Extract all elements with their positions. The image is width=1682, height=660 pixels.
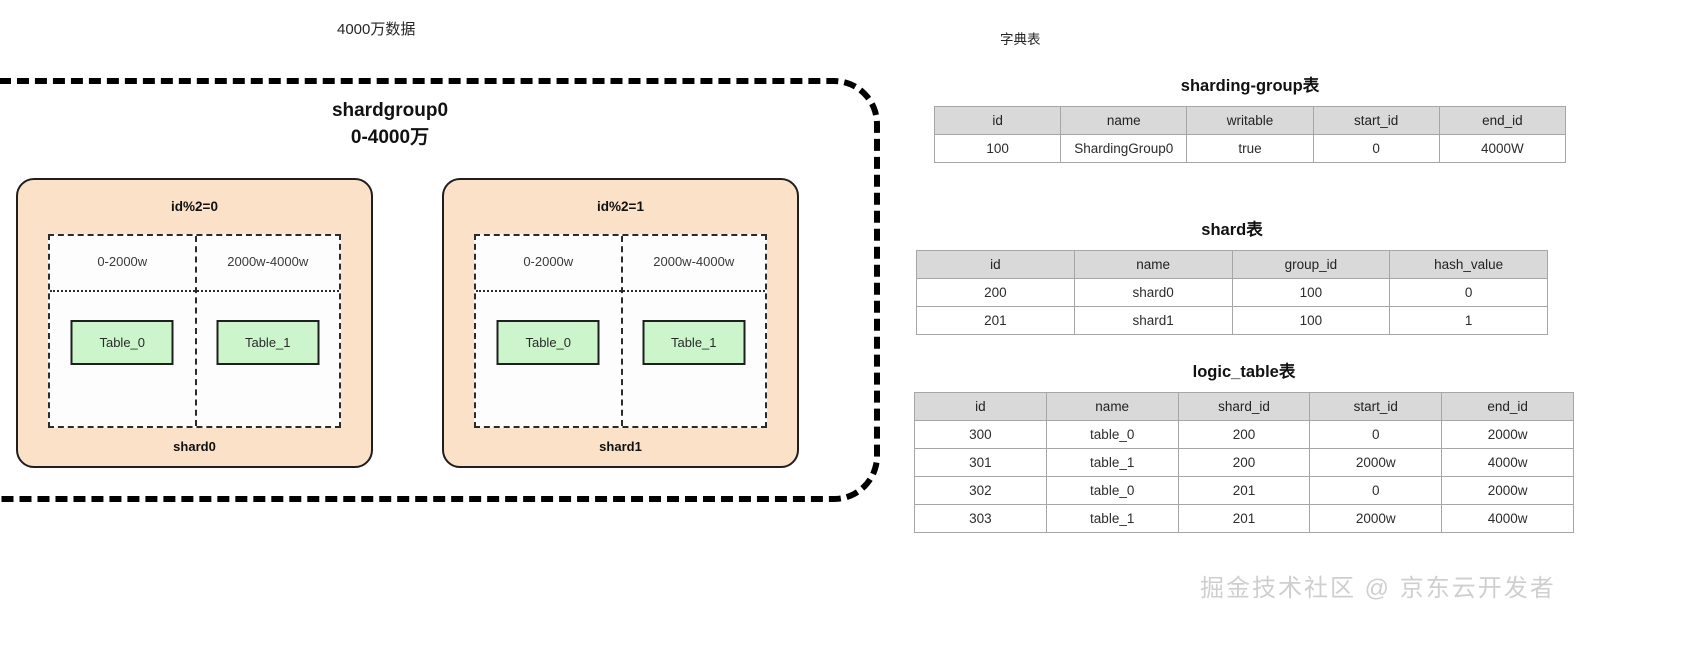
dictionary-tables-pane: 字典表 sharding-group表 id name writable start_… xyxy=(900,0,1682,660)
cell-divider xyxy=(50,290,195,292)
table-cell-value: 1 xyxy=(1389,306,1548,335)
watermark: 掘金技术社区 @ 京东云开发者 xyxy=(1200,575,1556,602)
table-cell-value: 4000W xyxy=(1438,134,1567,163)
cell-divider xyxy=(196,290,339,292)
table-cell-value: 100 xyxy=(933,134,1062,163)
table-cell-value: 2000w xyxy=(1309,448,1443,477)
table-header-row: id name group_id hash_value xyxy=(916,250,1548,279)
column-header: name xyxy=(1060,106,1188,135)
sharding-diagram: 4000万数据 shardgroup0 0-4000万 id%2=0 0-200… xyxy=(0,0,900,660)
total-data-caption: 4000万数据 xyxy=(337,21,416,38)
column-header: name xyxy=(1045,392,1179,421)
table-cell-value: 200 xyxy=(916,278,1075,307)
dictionary-label: 字典表 xyxy=(1000,32,1041,47)
table-row: 303 table_1 201 2000w 4000w xyxy=(914,504,1574,533)
shard-card-shard1: id%2=1 0-2000w Table_0 2000w-4000w Table… xyxy=(442,178,799,468)
table-cell-value: table_1 xyxy=(1045,504,1179,533)
column-header: writable xyxy=(1186,106,1314,135)
table-header-row: id name writable start_id end_id xyxy=(933,106,1567,135)
shard-name-label: shard1 xyxy=(599,439,642,454)
table-cell-value: 2000w xyxy=(1309,504,1443,533)
column-header: id xyxy=(914,392,1047,421)
table-row: 301 table_1 200 2000w 4000w xyxy=(914,448,1574,477)
table-box: Table_1 xyxy=(216,320,320,365)
shard-inner-area: 0-2000w Table_0 2000w-4000w Table_1 xyxy=(474,234,767,428)
table-cell-value: ShardingGroup0 xyxy=(1060,134,1188,163)
table-cell-value: 200 xyxy=(1177,448,1311,477)
column-header: end_id xyxy=(1438,106,1567,135)
table-cell-value: 100 xyxy=(1231,306,1391,335)
cell-divider xyxy=(476,290,621,292)
shard-table: id name group_id hash_value 200 shard0 100 0 20… xyxy=(916,250,1548,335)
table-cell-value: 301 xyxy=(914,448,1047,477)
table-title: sharding-group表 xyxy=(1180,77,1320,95)
table-cell: 0-2000w Table_0 xyxy=(476,236,621,426)
table-cell-value: 100 xyxy=(1231,278,1391,307)
table-cell-value: 0 xyxy=(1312,134,1440,163)
range-label: 2000w-4000w xyxy=(653,254,735,269)
table-row: 302 table_0 201 0 2000w xyxy=(914,476,1574,505)
column-header: name xyxy=(1073,250,1233,279)
table-cell-value: 300 xyxy=(914,420,1047,449)
table-cell-value: 4000w xyxy=(1441,448,1574,477)
table-cell-value: 201 xyxy=(1177,476,1311,505)
logic-table-block: logic_table表 id name shard_id start_id end_i… xyxy=(914,358,1574,533)
table-cell-value: 201 xyxy=(916,306,1075,335)
table-cell-value: 201 xyxy=(1177,504,1311,533)
table-cell-value: 200 xyxy=(1177,420,1311,449)
table-cell-value: 2000w xyxy=(1441,420,1574,449)
sharding-group-table-block: sharding-group表 id name writable start_id en… xyxy=(933,72,1567,163)
table-cell-value: shard1 xyxy=(1073,306,1233,335)
table-row: 100 ShardingGroup0 true 0 4000W xyxy=(933,134,1567,163)
table-box: Table_1 xyxy=(642,320,746,365)
table-cell: 2000w-4000w Table_1 xyxy=(194,236,339,426)
column-header: id xyxy=(933,106,1062,135)
table-cell-value: true xyxy=(1186,134,1314,163)
table-cell-value: 2000w xyxy=(1441,476,1574,505)
column-header: id xyxy=(916,250,1075,279)
table-row: 201 shard1 100 1 xyxy=(916,306,1548,335)
logic-table: id name shard_id start_id end_id 300 table_0 2… xyxy=(914,392,1574,533)
shard-mod-label: id%2=1 xyxy=(597,199,644,214)
table-cell-value: shard0 xyxy=(1073,278,1233,307)
table-cell-value: 303 xyxy=(914,504,1047,533)
column-header: start_id xyxy=(1309,392,1443,421)
column-header: hash_value xyxy=(1389,250,1548,279)
shard-card-shard0: id%2=0 0-2000w Table_0 2000w-4000w Table… xyxy=(16,178,373,468)
table-title: logic_table表 xyxy=(1192,363,1296,381)
range-label: 2000w-4000w xyxy=(227,254,309,269)
table-cell-value: 0 xyxy=(1309,476,1443,505)
column-header: group_id xyxy=(1231,250,1391,279)
shard-name-label: shard0 xyxy=(173,439,216,454)
table-cell-value: table_1 xyxy=(1045,448,1179,477)
table-box: Table_0 xyxy=(496,320,600,365)
table-cell: 0-2000w Table_0 xyxy=(50,236,195,426)
column-header: end_id xyxy=(1441,392,1574,421)
shard-table-block: shard表 id name group_id hash_value 200 shard… xyxy=(916,216,1548,335)
table-cell-value: 0 xyxy=(1389,278,1548,307)
cell-divider xyxy=(622,290,765,292)
range-label: 0-2000w xyxy=(97,254,148,269)
shardgroup-title: shardgroup0 0-4000万 xyxy=(331,100,449,148)
table-title: shard表 xyxy=(1201,221,1263,239)
table-cell-value: table_0 xyxy=(1045,476,1179,505)
column-header: start_id xyxy=(1312,106,1440,135)
shard-mod-label: id%2=0 xyxy=(171,199,218,214)
table-box: Table_0 xyxy=(70,320,174,365)
table-cell-value: table_0 xyxy=(1045,420,1179,449)
shard-inner-area: 0-2000w Table_0 2000w-4000w Table_1 xyxy=(48,234,341,428)
table-cell-value: 302 xyxy=(914,476,1047,505)
range-label: 0-2000w xyxy=(523,254,574,269)
table-cell: 2000w-4000w Table_1 xyxy=(620,236,765,426)
column-header: shard_id xyxy=(1177,392,1311,421)
sharding-group-table: id name writable start_id end_id 100 Sharding… xyxy=(933,106,1567,163)
table-row: 300 table_0 200 0 2000w xyxy=(914,420,1574,449)
table-header-row: id name shard_id start_id end_id xyxy=(914,392,1574,421)
table-cell-value: 4000w xyxy=(1441,504,1574,533)
table-cell-value: 0 xyxy=(1309,420,1443,449)
table-row: 200 shard0 100 0 xyxy=(916,278,1548,307)
